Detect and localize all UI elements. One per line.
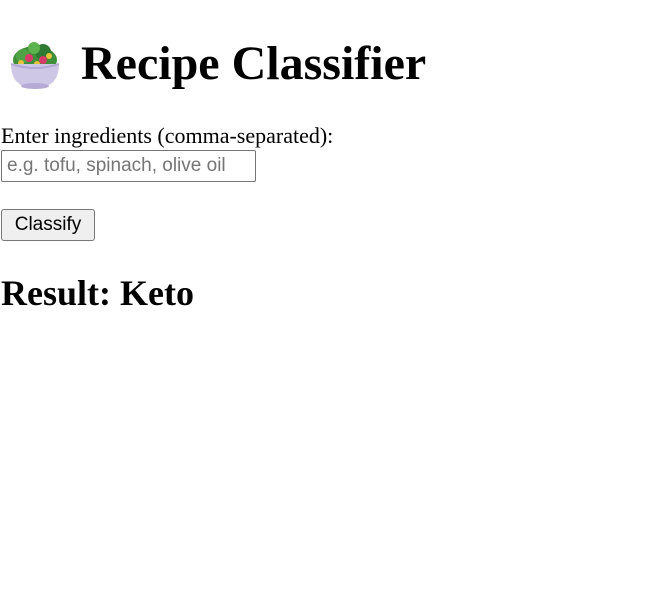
salad-bowl-icon bbox=[10, 42, 60, 89]
ingredients-input[interactable] bbox=[1, 150, 256, 182]
result-heading: Result: Keto bbox=[1, 272, 194, 314]
title-row: Recipe Classifier bbox=[7, 34, 426, 94]
result-value: Keto bbox=[120, 273, 194, 313]
result-prefix: Result: bbox=[1, 273, 120, 313]
ingredients-label: Enter ingredients (comma-separated): bbox=[1, 123, 334, 148]
classify-button[interactable]: Classify bbox=[1, 209, 95, 241]
page-title: Recipe Classifier bbox=[81, 37, 427, 90]
